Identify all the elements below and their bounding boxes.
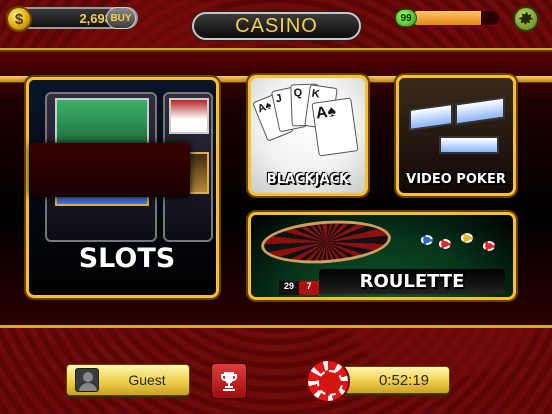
coin-icon: $ bbox=[6, 6, 32, 32]
settings-button[interactable] bbox=[513, 6, 539, 32]
video-poker-game-tile[interactable]: VIDEO POKER bbox=[396, 75, 516, 196]
user-profile-button[interactable]: Guest bbox=[66, 364, 190, 396]
poker-chip-icon bbox=[306, 359, 350, 403]
settings-gear-icon bbox=[519, 12, 533, 25]
user-avatar-icon bbox=[75, 368, 99, 392]
level-badge: 99 bbox=[395, 9, 417, 27]
roulette-label: ROULETTE bbox=[319, 269, 505, 294]
blackjack-label: BLACKJACK bbox=[266, 172, 350, 187]
page-title: CASINO bbox=[192, 12, 361, 40]
xp-progress-bar bbox=[410, 10, 500, 26]
leaderboard-button[interactable] bbox=[211, 363, 247, 399]
roulette-game-tile[interactable]: 29 7 ROULETTE bbox=[248, 212, 516, 300]
blackjack-game-tile[interactable]: A♠ J Q K A♠ BLACKJACK bbox=[248, 75, 368, 196]
poker-screen bbox=[439, 136, 499, 154]
slots-label: SLOTS bbox=[78, 243, 176, 274]
trophy-icon bbox=[221, 372, 237, 391]
poker-screen bbox=[455, 96, 505, 126]
coins-balance: $ 2,698 BUY bbox=[6, 6, 138, 32]
roulette-number: 29 bbox=[279, 281, 299, 295]
xp-progress-fill bbox=[411, 11, 482, 25]
timer-value: 0:52:19 bbox=[378, 372, 430, 389]
roulette-wheel bbox=[259, 216, 393, 268]
slots-label-plate bbox=[30, 143, 190, 197]
video-poker-label: VIDEO POKER bbox=[406, 172, 506, 187]
roulette-number: 7 bbox=[299, 281, 319, 295]
playing-card: A♠ bbox=[311, 97, 359, 157]
poker-screen bbox=[409, 102, 453, 132]
coins-value: 2,698 bbox=[79, 11, 112, 26]
user-name: Guest bbox=[128, 372, 166, 388]
buy-coins-button[interactable]: BUY bbox=[106, 7, 136, 29]
